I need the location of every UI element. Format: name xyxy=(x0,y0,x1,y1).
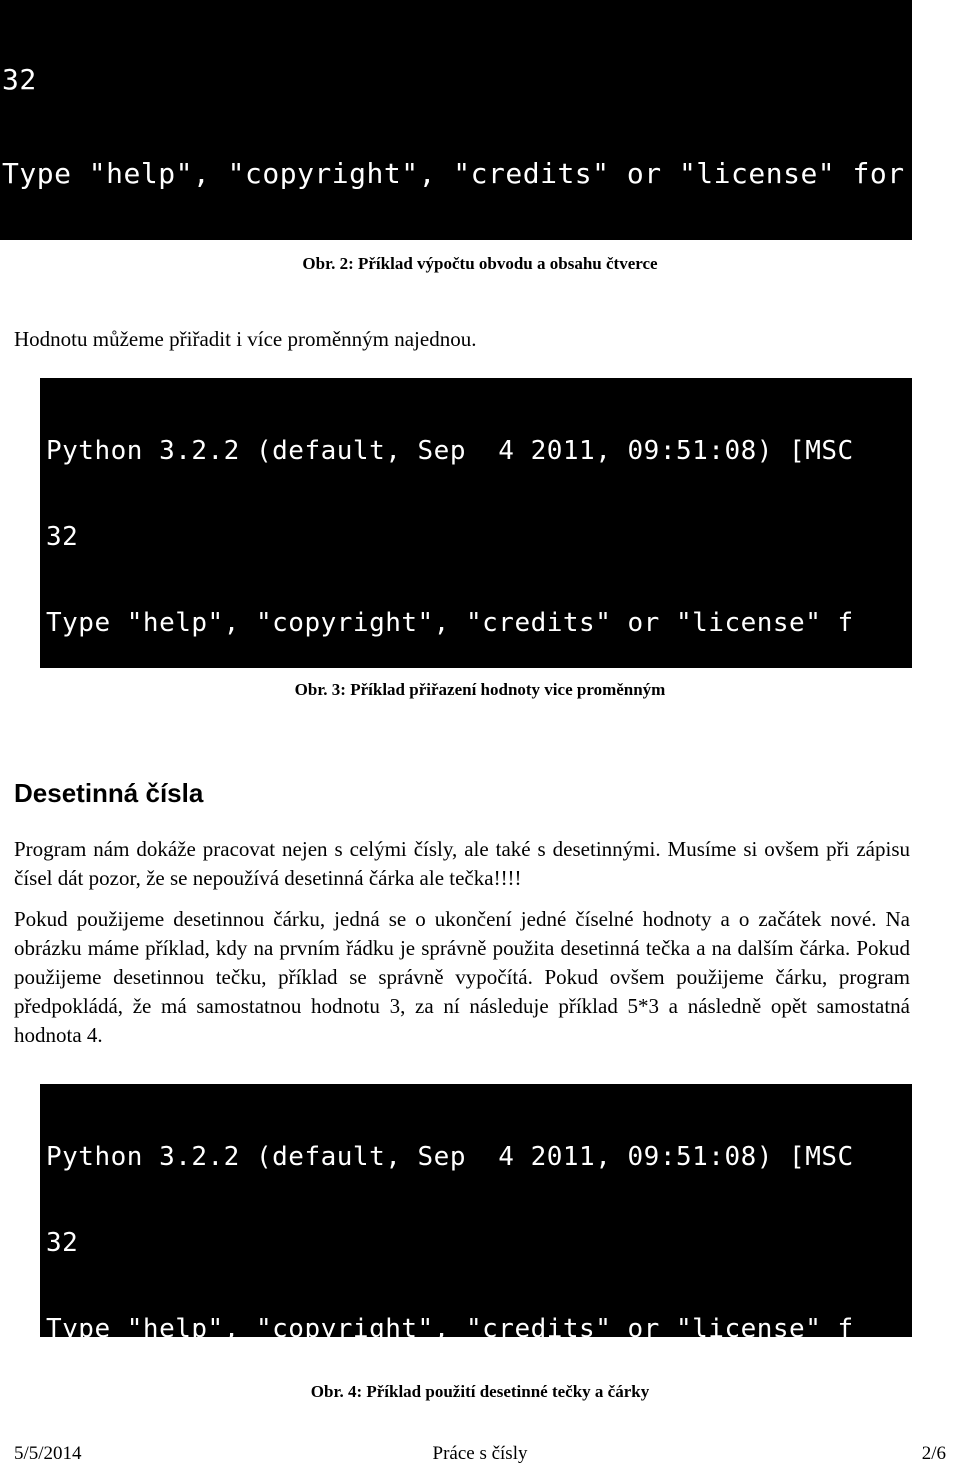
terminal-line: 32 xyxy=(46,522,79,552)
footer-title: Práce s čísly xyxy=(432,1443,528,1464)
footer-page-number: 2/6 xyxy=(921,1443,946,1464)
figure-caption-3: Obr. 3: Příklad přiřazení hodnoty vice p… xyxy=(294,680,666,699)
paragraph-decimal-intro: Program nám dokáže pracovat nejen s celý… xyxy=(14,837,910,890)
terminal-screenshot-multiple-assignment: Python 3.2.2 (default, Sep 4 2011, 09:51… xyxy=(40,378,912,668)
terminal-line: Type "help", "copyright", "credits" or "… xyxy=(46,1314,854,1337)
terminal-line: Python 3.2.2 (default, Sep 4 2011, 09:51… xyxy=(46,436,854,466)
terminal-line: Type "help", "copyright", "credits" or "… xyxy=(2,157,905,190)
figure-caption-2: Obr. 2: Příklad výpočtu obvodu a obsahu … xyxy=(302,254,658,273)
section-heading-decimal-numbers: Desetinná čísla xyxy=(14,778,204,808)
terminal-screenshot-decimal-example: Python 3.2.2 (default, Sep 4 2011, 09:51… xyxy=(40,1084,912,1337)
terminal-screenshot-square-example: 32 Type "help", "copyright", "credits" o… xyxy=(0,0,912,240)
terminal-line: 32 xyxy=(46,1228,79,1258)
terminal-line: 32 xyxy=(2,63,37,96)
terminal-line: Python 3.2.2 (default, Sep 4 2011, 09:51… xyxy=(46,1142,854,1172)
figure-caption-4: Obr. 4: Příklad použití desetinné tečky … xyxy=(310,1382,650,1401)
page-footer: 5/5/2014 Práce s čísly 2/6 xyxy=(0,1443,960,1467)
paragraph-assign-multiple: Hodnotu můžeme přiřadit i více proměnným… xyxy=(14,327,477,351)
paragraph-decimal-detail: Pokud použijeme desetinnou čárku, jedná … xyxy=(14,907,910,1047)
terminal-line: Type "help", "copyright", "credits" or "… xyxy=(46,608,854,638)
